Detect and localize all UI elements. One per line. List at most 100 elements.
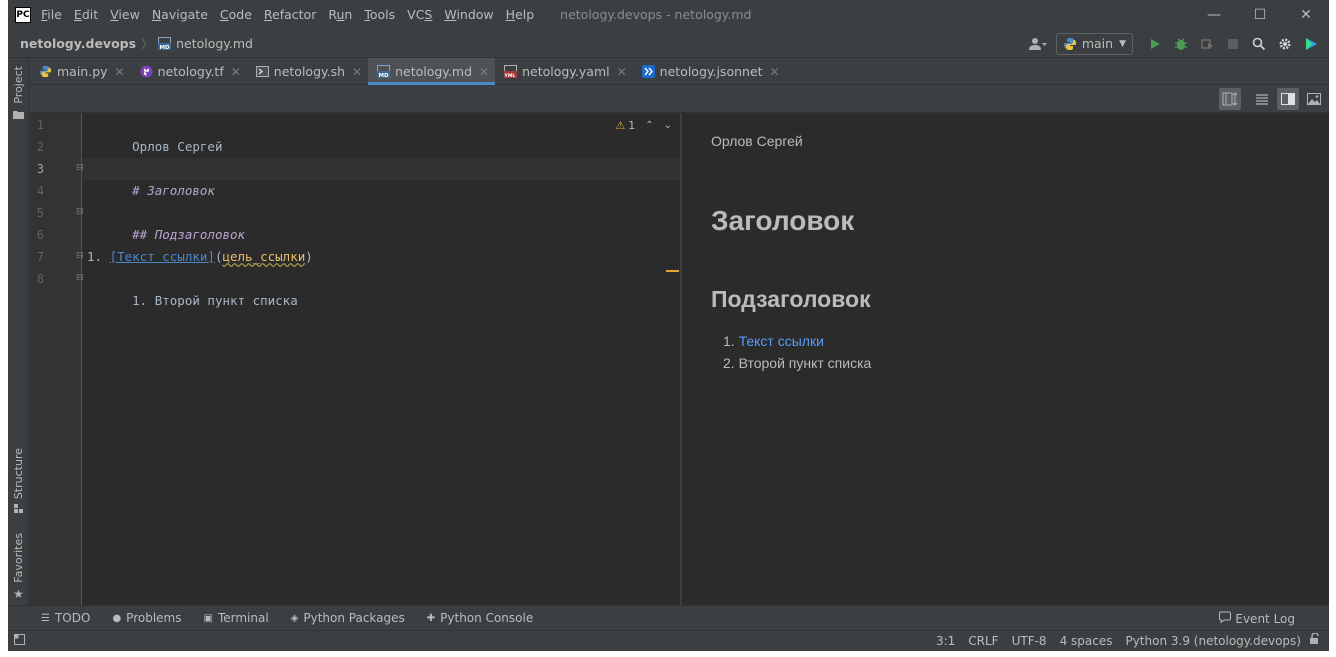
fold-marker-icon[interactable]: ⊟ <box>76 273 84 283</box>
terminal-label: Terminal <box>217 611 269 625</box>
editor-tab[interactable]: main.py ✕ <box>30 58 131 85</box>
main-menu: File Edit View Navigate Code Refactor Run Tools… <box>41 7 546 22</box>
chevron-up-icon[interactable]: ⌃ <box>645 120 653 131</box>
breadcrumb-project[interactable]: netology.devops <box>20 36 136 51</box>
coverage-icon[interactable] <box>1195 33 1219 55</box>
close-tab-icon[interactable]: ✕ <box>115 65 125 79</box>
structure-tool-tab[interactable]: Structure <box>8 448 29 517</box>
editor-tab[interactable]: netology.jsonnet ✕ <box>633 58 786 85</box>
menu-item[interactable]: Edit <box>74 7 98 22</box>
menu-item[interactable]: File <box>41 7 62 22</box>
lock-icon[interactable] <box>1309 632 1321 648</box>
line-number[interactable]: 3 <box>30 162 44 176</box>
menu-item[interactable]: Refactor <box>264 7 316 22</box>
indent-setting[interactable]: 4 spaces <box>1060 634 1113 648</box>
code-line-3[interactable]: # Заголовок <box>87 158 215 198</box>
menu-item[interactable]: Navigate <box>152 7 208 22</box>
line-number[interactable]: 6 <box>30 228 44 242</box>
close-tab-icon[interactable]: ✕ <box>479 65 489 79</box>
line-number[interactable]: 5 <box>30 206 44 220</box>
stop-icon[interactable] <box>1221 33 1245 55</box>
python-packages-tool-button[interactable]: ◈ Python Packages <box>291 611 405 625</box>
line-number[interactable]: 1 <box>30 118 44 132</box>
tab-label: main.py <box>57 64 108 79</box>
svg-text:MD: MD <box>160 45 170 50</box>
caret-position[interactable]: 3:1 <box>936 634 955 648</box>
editor-only-icon[interactable] <box>1251 88 1273 110</box>
editor-tab[interactable]: MD netology.md ✕ <box>368 58 496 85</box>
menu-item[interactable]: Help <box>506 7 535 22</box>
editor-tab[interactable]: netology.tf ✕ <box>131 58 247 85</box>
menu-item[interactable]: Run <box>328 7 352 22</box>
close-tab-icon[interactable]: ✕ <box>770 65 780 79</box>
markdown-editor-toolbar <box>30 85 1329 113</box>
close-button[interactable]: ✕ <box>1283 0 1329 29</box>
run-config-label: main <box>1081 36 1114 51</box>
chevron-down-icon: ▼ <box>1119 38 1126 49</box>
code-with-me-icon[interactable] <box>1299 33 1323 55</box>
editor-and-preview-icon[interactable] <box>1277 88 1299 110</box>
user-account-icon[interactable] <box>1026 33 1050 55</box>
preview-mode-buttons <box>1215 88 1325 110</box>
todo-tool-button[interactable]: ☰ TODO <box>41 611 90 625</box>
search-icon[interactable] <box>1247 33 1271 55</box>
sync-scroll-icon[interactable] <box>1219 88 1241 110</box>
code-line-5[interactable]: ## Подзаголовок <box>87 202 245 242</box>
menu-item[interactable]: Tools <box>364 7 395 22</box>
gear-icon[interactable] <box>1273 33 1297 55</box>
favorites-tool-tab[interactable]: Favorites ★ <box>8 533 29 601</box>
fold-marker-icon[interactable]: ⊟ <box>76 207 84 217</box>
close-tab-icon[interactable]: ✕ <box>231 65 241 79</box>
code-line-7[interactable]: 1. [Текст ссылки](цель_ссылки) <box>87 246 313 268</box>
menu-item[interactable]: VCS <box>407 7 432 22</box>
editor-gutter[interactable]: 1 2 3 4 5 6 7 8 ⊟ ⊟ ⊟ ⊟ <box>30 113 84 605</box>
breadcrumb-file[interactable]: MD netology.md <box>158 36 253 51</box>
close-tab-icon[interactable]: ✕ <box>352 65 362 79</box>
warning-scroll-marker[interactable] <box>666 270 679 272</box>
line-number[interactable]: 2 <box>30 140 44 154</box>
link-destination-markdown[interactable]: цель_ссылки <box>222 249 305 264</box>
file-encoding[interactable]: UTF-8 <box>1012 634 1047 648</box>
folder-icon <box>13 108 24 122</box>
python-console-tool-button[interactable]: ✚ Python Console <box>427 611 533 625</box>
menu-item[interactable]: View <box>110 7 140 22</box>
pycharm-logo-icon[interactable]: PC <box>15 6 31 23</box>
python-icon <box>1063 37 1077 51</box>
maximize-button[interactable]: ☐ <box>1237 0 1283 29</box>
debug-icon[interactable] <box>1169 33 1193 55</box>
code-line-1[interactable]: Орлов Сергей <box>87 114 222 154</box>
close-tab-icon[interactable]: ✕ <box>617 65 627 79</box>
structure-icon <box>13 503 24 517</box>
project-tool-label: Project <box>12 66 25 104</box>
editor-tab[interactable]: YML netology.yaml ✕ <box>495 58 633 85</box>
fold-marker-icon[interactable]: ⊟ <box>76 163 84 173</box>
preview-heading-2: Подзаголовок <box>711 286 871 312</box>
line-number[interactable]: 4 <box>30 184 44 198</box>
preview-link[interactable]: Текст ссылки <box>739 333 824 349</box>
line-number[interactable]: 8 <box>30 272 44 286</box>
link-text-markdown[interactable]: [Текст ссылки] <box>110 249 215 264</box>
editor-tab[interactable]: netology.sh ✕ <box>247 58 368 85</box>
run-icon[interactable] <box>1143 33 1167 55</box>
tab-label: netology.tf <box>157 64 224 79</box>
preview-only-icon[interactable] <box>1303 88 1325 110</box>
project-tool-tab[interactable]: Project <box>8 66 29 122</box>
line-separator[interactable]: CRLF <box>968 634 998 648</box>
chevron-down-icon[interactable]: ⌄ <box>664 120 672 131</box>
run-config-select[interactable]: main ▼ <box>1055 32 1133 55</box>
code-editor[interactable]: 1 2 3 4 5 6 7 8 ⊟ ⊟ ⊟ ⊟ Орлов Сергей # Заголовок ##… <box>30 113 680 605</box>
inspection-widget[interactable]: ⚠ 1 ⌃ ⌄ <box>615 119 672 132</box>
problems-tool-button[interactable]: ● Problems <box>112 611 181 625</box>
layers-icon: ◈ <box>290 612 299 624</box>
line-number[interactable]: 7 <box>30 250 44 264</box>
minimize-button[interactable]: — <box>1191 0 1237 29</box>
menu-item[interactable]: Code <box>220 7 252 22</box>
toggle-tool-windows-icon[interactable] <box>14 634 25 648</box>
python-interpreter[interactable]: Python 3.9 (netology.devops) <box>1125 634 1301 648</box>
python-icon <box>39 65 52 78</box>
code-line-8[interactable]: 1. Второй пункт списка <box>87 268 298 308</box>
terminal-tool-button[interactable]: ▣ Terminal <box>203 611 268 625</box>
event-log-button[interactable]: Event Log <box>1219 611 1295 626</box>
fold-marker-icon[interactable]: ⊟ <box>76 251 84 261</box>
menu-item[interactable]: Window <box>444 7 493 22</box>
